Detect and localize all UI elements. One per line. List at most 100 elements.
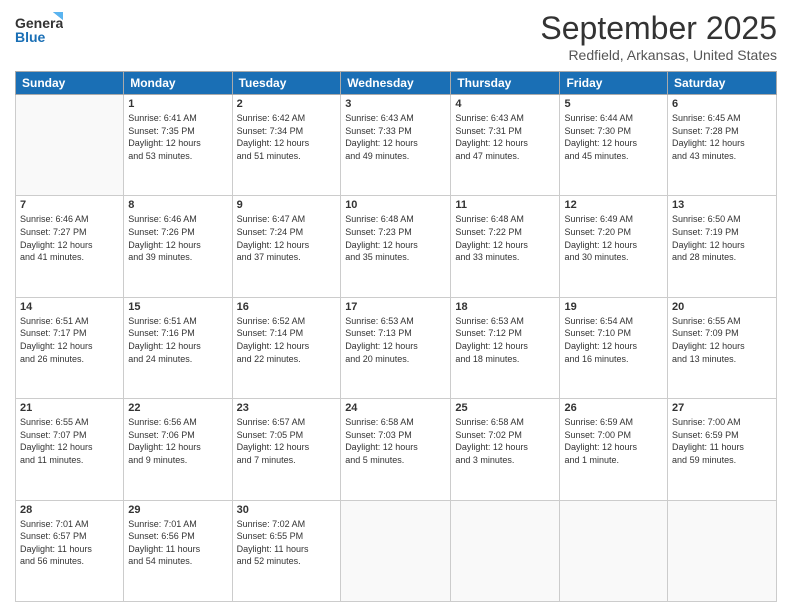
calendar-cell: 28 Sunrise: 7:01 AM Sunset: 6:57 PM Dayli… [16, 500, 124, 601]
calendar-cell: 10 Sunrise: 6:48 AM Sunset: 7:23 PM Dayli… [341, 196, 451, 297]
calendar-cell: 7 Sunrise: 6:46 AM Sunset: 7:27 PM Daylig… [16, 196, 124, 297]
calendar-cell: 9 Sunrise: 6:47 AM Sunset: 7:24 PM Daylig… [232, 196, 341, 297]
day-number: 10 [345, 199, 446, 211]
svg-text:Blue: Blue [15, 29, 46, 45]
calendar-cell [451, 500, 560, 601]
calendar-cell: 19 Sunrise: 6:54 AM Sunset: 7:10 PM Dayli… [560, 297, 668, 398]
calendar-cell: 21Sunrise: 6:55 AM Sunset: 7:07 PM Dayli… [16, 399, 124, 500]
day-number: 18 [455, 301, 555, 313]
calendar-cell [560, 500, 668, 601]
day-number: 13 [672, 199, 772, 211]
day-info: Sunrise: 6:41 AM Sunset: 7:35 PM Dayligh… [128, 112, 227, 162]
day-number: 27 [672, 402, 772, 414]
day-number: 3 [345, 98, 446, 110]
col-friday: Friday [560, 72, 668, 95]
page: General Blue September 2025 Redfield, Ar… [0, 0, 792, 612]
calendar-table: Sunday Monday Tuesday Wednesday Thursday… [15, 71, 777, 602]
location-subtitle: Redfield, Arkansas, United States [540, 47, 777, 63]
col-wednesday: Wednesday [341, 72, 451, 95]
day-info: Sunrise: 6:55 AM Sunset: 7:09 PM Dayligh… [672, 315, 772, 365]
day-info: Sunrise: 6:58 AM Sunset: 7:02 PM Dayligh… [455, 416, 555, 466]
day-info: Sunrise: 6:58 AM Sunset: 7:03 PM Dayligh… [345, 416, 446, 466]
month-title: September 2025 [540, 10, 777, 47]
calendar-cell: 15 Sunrise: 6:51 AM Sunset: 7:16 PM Dayli… [124, 297, 232, 398]
calendar-cell: 30 Sunrise: 7:02 AM Sunset: 6:55 PM Dayli… [232, 500, 341, 601]
calendar-cell: 4 Sunrise: 6:43 AM Sunset: 7:31 PM Daylig… [451, 95, 560, 196]
calendar-week-row: 28 Sunrise: 7:01 AM Sunset: 6:57 PM Dayli… [16, 500, 777, 601]
calendar-cell: 27 Sunrise: 7:00 AM Sunset: 6:59 PM Dayli… [668, 399, 777, 500]
day-info: Sunrise: 6:55 AM Sunset: 7:07 PM Dayligh… [20, 416, 119, 466]
day-info: Sunrise: 6:59 AM Sunset: 7:00 PM Dayligh… [564, 416, 663, 466]
calendar-cell: 3 Sunrise: 6:43 AM Sunset: 7:33 PM Daylig… [341, 95, 451, 196]
day-info: Sunrise: 6:46 AM Sunset: 7:26 PM Dayligh… [128, 213, 227, 263]
day-info: Sunrise: 6:52 AM Sunset: 7:14 PM Dayligh… [237, 315, 337, 365]
col-sunday: Sunday [16, 72, 124, 95]
day-info: Sunrise: 6:53 AM Sunset: 7:13 PM Dayligh… [345, 315, 446, 365]
day-number: 7 [20, 199, 119, 211]
day-info: Sunrise: 7:02 AM Sunset: 6:55 PM Dayligh… [237, 518, 337, 568]
day-info: Sunrise: 6:46 AM Sunset: 7:27 PM Dayligh… [20, 213, 119, 263]
day-info: Sunrise: 7:01 AM Sunset: 6:56 PM Dayligh… [128, 518, 227, 568]
day-info: Sunrise: 6:53 AM Sunset: 7:12 PM Dayligh… [455, 315, 555, 365]
day-number: 15 [128, 301, 227, 313]
day-info: Sunrise: 6:43 AM Sunset: 7:33 PM Dayligh… [345, 112, 446, 162]
logo: General Blue [15, 10, 65, 48]
day-number: 25 [455, 402, 555, 414]
calendar-cell: 1 Sunrise: 6:41 AM Sunset: 7:35 PM Daylig… [124, 95, 232, 196]
day-info: Sunrise: 6:50 AM Sunset: 7:19 PM Dayligh… [672, 213, 772, 263]
day-number: 19 [564, 301, 663, 313]
day-info: Sunrise: 6:48 AM Sunset: 7:23 PM Dayligh… [345, 213, 446, 263]
calendar-cell: 2Sunrise: 6:42 AM Sunset: 7:34 PM Daylig… [232, 95, 341, 196]
day-info: Sunrise: 7:00 AM Sunset: 6:59 PM Dayligh… [672, 416, 772, 466]
calendar-cell: 6 Sunrise: 6:45 AM Sunset: 7:28 PM Daylig… [668, 95, 777, 196]
day-number: 23 [237, 402, 337, 414]
day-info: Sunrise: 6:43 AM Sunset: 7:31 PM Dayligh… [455, 112, 555, 162]
calendar-cell: 23 Sunrise: 6:57 AM Sunset: 7:05 PM Dayli… [232, 399, 341, 500]
calendar-cell [341, 500, 451, 601]
calendar-cell: 5Sunrise: 6:44 AM Sunset: 7:30 PM Daylig… [560, 95, 668, 196]
day-number: 9 [237, 199, 337, 211]
calendar-cell: 25 Sunrise: 6:58 AM Sunset: 7:02 PM Dayli… [451, 399, 560, 500]
day-number: 28 [20, 504, 119, 516]
day-number: 22 [128, 402, 227, 414]
day-number: 11 [455, 199, 555, 211]
calendar-body: 1 Sunrise: 6:41 AM Sunset: 7:35 PM Daylig… [16, 95, 777, 602]
header: General Blue September 2025 Redfield, Ar… [15, 10, 777, 63]
day-number: 30 [237, 504, 337, 516]
day-info: Sunrise: 6:47 AM Sunset: 7:24 PM Dayligh… [237, 213, 337, 263]
calendar-cell: 17 Sunrise: 6:53 AM Sunset: 7:13 PM Dayli… [341, 297, 451, 398]
day-number: 6 [672, 98, 772, 110]
day-number: 5 [564, 98, 663, 110]
day-number: 24 [345, 402, 446, 414]
day-info: Sunrise: 6:56 AM Sunset: 7:06 PM Dayligh… [128, 416, 227, 466]
day-number: 14 [20, 301, 119, 313]
day-info: Sunrise: 7:01 AM Sunset: 6:57 PM Dayligh… [20, 518, 119, 568]
calendar-cell: 20Sunrise: 6:55 AM Sunset: 7:09 PM Dayli… [668, 297, 777, 398]
day-info: Sunrise: 6:54 AM Sunset: 7:10 PM Dayligh… [564, 315, 663, 365]
col-saturday: Saturday [668, 72, 777, 95]
title-area: September 2025 Redfield, Arkansas, Unite… [540, 10, 777, 63]
calendar-week-row: 14 Sunrise: 6:51 AM Sunset: 7:17 PM Dayli… [16, 297, 777, 398]
day-number: 4 [455, 98, 555, 110]
day-number: 1 [128, 98, 227, 110]
calendar-cell: 13 Sunrise: 6:50 AM Sunset: 7:19 PM Dayli… [668, 196, 777, 297]
day-info: Sunrise: 6:48 AM Sunset: 7:22 PM Dayligh… [455, 213, 555, 263]
day-info: Sunrise: 6:57 AM Sunset: 7:05 PM Dayligh… [237, 416, 337, 466]
calendar-cell: 26Sunrise: 6:59 AM Sunset: 7:00 PM Dayli… [560, 399, 668, 500]
calendar-cell: 16Sunrise: 6:52 AM Sunset: 7:14 PM Dayli… [232, 297, 341, 398]
day-info: Sunrise: 6:51 AM Sunset: 7:16 PM Dayligh… [128, 315, 227, 365]
calendar-week-row: 1 Sunrise: 6:41 AM Sunset: 7:35 PM Daylig… [16, 95, 777, 196]
day-info: Sunrise: 6:49 AM Sunset: 7:20 PM Dayligh… [564, 213, 663, 263]
calendar-header-row: Sunday Monday Tuesday Wednesday Thursday… [16, 72, 777, 95]
calendar-cell: 24 Sunrise: 6:58 AM Sunset: 7:03 PM Dayli… [341, 399, 451, 500]
day-info: Sunrise: 6:51 AM Sunset: 7:17 PM Dayligh… [20, 315, 119, 365]
day-number: 29 [128, 504, 227, 516]
day-number: 17 [345, 301, 446, 313]
calendar-cell: 12Sunrise: 6:49 AM Sunset: 7:20 PM Dayli… [560, 196, 668, 297]
day-number: 2 [237, 98, 337, 110]
calendar-cell: 8Sunrise: 6:46 AM Sunset: 7:26 PM Daylig… [124, 196, 232, 297]
calendar-cell: 18 Sunrise: 6:53 AM Sunset: 7:12 PM Dayli… [451, 297, 560, 398]
calendar-cell [668, 500, 777, 601]
calendar-week-row: 21Sunrise: 6:55 AM Sunset: 7:07 PM Dayli… [16, 399, 777, 500]
day-info: Sunrise: 6:45 AM Sunset: 7:28 PM Dayligh… [672, 112, 772, 162]
